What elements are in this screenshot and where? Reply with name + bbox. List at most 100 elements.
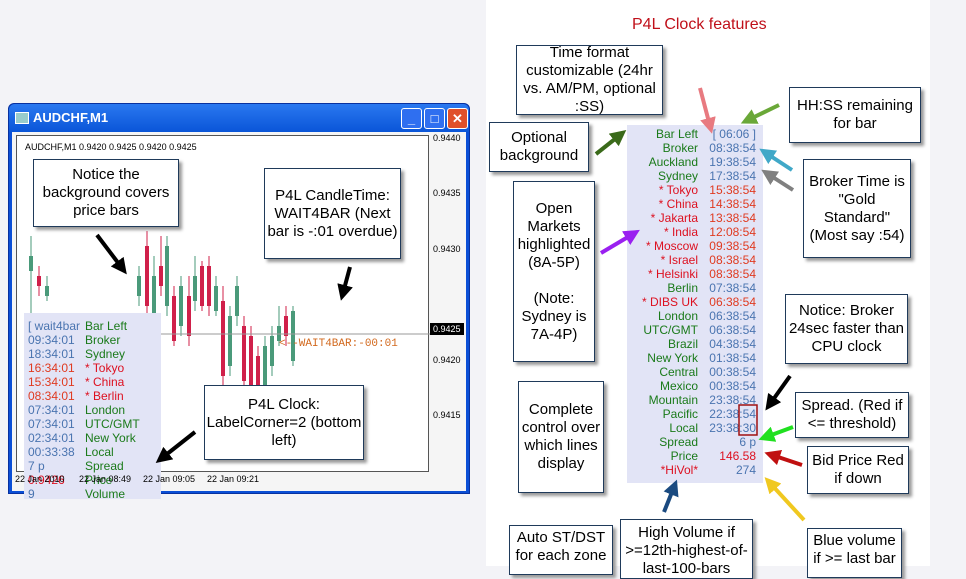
callout-spread: Spread. (Red if <= threshold) (795, 392, 909, 438)
clock-row: *HiVol* 274 (627, 463, 763, 477)
clock-label: Brazil (667, 337, 698, 351)
clock-label: Local (669, 421, 698, 435)
clock-row: * India 12:08:54 (627, 225, 763, 239)
clock-row: 07:34:01 UTC/GMT (28, 417, 140, 431)
callout-hhss: HH:SS remaining for bar (789, 87, 921, 143)
candle-body (137, 276, 141, 296)
clock-value: 07:34:01 (28, 403, 75, 417)
clock-label: Local (85, 445, 114, 459)
clock-label: Mexico (659, 379, 698, 393)
clock-label: New York (647, 351, 698, 365)
candle-body (284, 316, 288, 336)
clock-value: 02:34:01 (28, 431, 75, 445)
clock-label: Sydney (85, 347, 126, 361)
clock-value: 6 p (739, 435, 756, 449)
candle-body (291, 311, 295, 361)
clock-value: 274 (735, 463, 756, 477)
price-tick: 0.9435 (433, 188, 461, 198)
clock-row: Berlin 07:38:54 (627, 281, 763, 295)
clock-value: [ 06:06 ] (712, 127, 756, 141)
callout-optional-background: Optional background (489, 122, 589, 172)
clock-label: Spread (85, 459, 124, 473)
clock-row: * Moscow 09:38:54 (627, 239, 763, 253)
wait4bar-label: <--WAIT4BAR:-00:01 (279, 338, 398, 350)
clock-label: UTC/GMT (643, 323, 698, 337)
price-tick: 0.9430 (433, 244, 461, 254)
clock-label: London (85, 403, 126, 417)
candle-body (221, 301, 225, 376)
candle-body (270, 336, 274, 366)
clock-row: Central 00:38:54 (627, 365, 763, 379)
candle-body (159, 266, 163, 286)
features-title: P4L Clock features (632, 16, 767, 33)
clock-label: * Moscow (645, 239, 698, 253)
clock-label: Berlin (667, 281, 698, 295)
maximize-button[interactable]: □ (424, 108, 445, 129)
clock-value: 00:38:54 (709, 379, 756, 393)
candle-body (172, 296, 176, 341)
candle-body (249, 336, 253, 391)
clock-value: 08:38:54 (709, 253, 756, 267)
clock-value: 09:34:01 (28, 333, 75, 347)
clock-value: 18:34:01 (28, 347, 75, 361)
clock-value: 08:38:54 (709, 141, 756, 155)
clock-row: Price 146.58 (627, 449, 763, 463)
clock-label: Auckland (648, 155, 698, 169)
clock-value: 146.58 (719, 449, 756, 463)
clock-row: Pacific 22:38:54 (627, 407, 763, 421)
clock-row: Sydney 17:38:54 (627, 169, 763, 183)
symbol-ohlc: AUDCHF,M1 0.9420 0.9425 0.9420 0.9425 (25, 142, 197, 152)
open-markets-note: (Note: Sydney is 7A-4P) (521, 289, 587, 343)
candle-body (145, 246, 149, 306)
title-bar[interactable]: AUDCHF,M1 _ □ ✕ (9, 104, 469, 132)
callout-broker-time: Broker Time is "Gold Standard" (Most say… (803, 159, 911, 258)
clock-panel-right: Bar Left [ 06:06 ] Broker 08:38:54 Auckland 1… (627, 125, 763, 483)
clock-value: 15:34:01 (28, 375, 75, 389)
clock-value: 06:38:54 (709, 323, 756, 337)
clock-label: * Tokyo (658, 183, 698, 197)
clock-value: 13:38:54 (709, 211, 756, 225)
callout-bid-price: Bid Price Red if down (807, 446, 909, 494)
callout-broker-faster: Notice: Broker 24sec faster than CPU clo… (785, 294, 908, 364)
clock-row: Broker 08:38:54 (627, 141, 763, 155)
clock-value: [ wait4bar (28, 319, 81, 333)
clock-value: 7 p (28, 459, 45, 473)
clock-row: 09:34:01 Broker (28, 333, 120, 347)
candle-body (214, 286, 218, 311)
candle-body (228, 316, 232, 366)
clock-row: Local 23:38:30 (627, 421, 763, 435)
clock-row: Bar Left [ 06:06 ] (627, 127, 763, 141)
clock-value: 07:38:54 (709, 281, 756, 295)
candle-body (45, 286, 49, 296)
open-markets-text: Open Markets highlighted (8A-5P) (517, 199, 591, 271)
clock-value: 06:38:54 (709, 295, 756, 309)
clock-label: * Berlin (85, 389, 124, 403)
clock-value: 9 (28, 487, 35, 501)
clock-row: 08:34:01 * Berlin (28, 389, 124, 403)
clock-row: * Helsinki 08:38:54 (627, 267, 763, 281)
close-button[interactable]: ✕ (447, 108, 468, 129)
clock-label: Volume (85, 487, 126, 501)
clock-row: 02:34:01 New York (28, 431, 136, 445)
callout-background: Notice the background covers price bars (33, 159, 179, 227)
clock-row: * China 14:38:54 (627, 197, 763, 211)
candle-body (200, 266, 204, 306)
clock-row: Spread 6 p (627, 435, 763, 449)
clock-label: Broker (662, 141, 698, 155)
minimize-button[interactable]: _ (401, 108, 422, 129)
clock-row: 9 Volume (28, 487, 125, 501)
candle-body (37, 276, 41, 286)
clock-value: 08:38:54 (709, 267, 756, 281)
clock-value: 12:08:54 (709, 225, 756, 239)
clock-label: * China (85, 375, 125, 389)
clock-row: * DIBS UK 06:38:54 (627, 295, 763, 309)
clock-row: * Jakarta 13:38:54 (627, 211, 763, 225)
date-tick: 22 Jan 09:05 (143, 474, 196, 484)
clock-row: * Tokyo 15:38:54 (627, 183, 763, 197)
clock-label: Mountain (648, 393, 698, 407)
clock-row: New York 01:38:54 (627, 351, 763, 365)
clock-label: * DIBS UK (641, 295, 698, 309)
clock-value: 09:38:54 (709, 239, 756, 253)
clock-label: * India (663, 225, 698, 239)
clock-label: * Israel (660, 253, 698, 267)
